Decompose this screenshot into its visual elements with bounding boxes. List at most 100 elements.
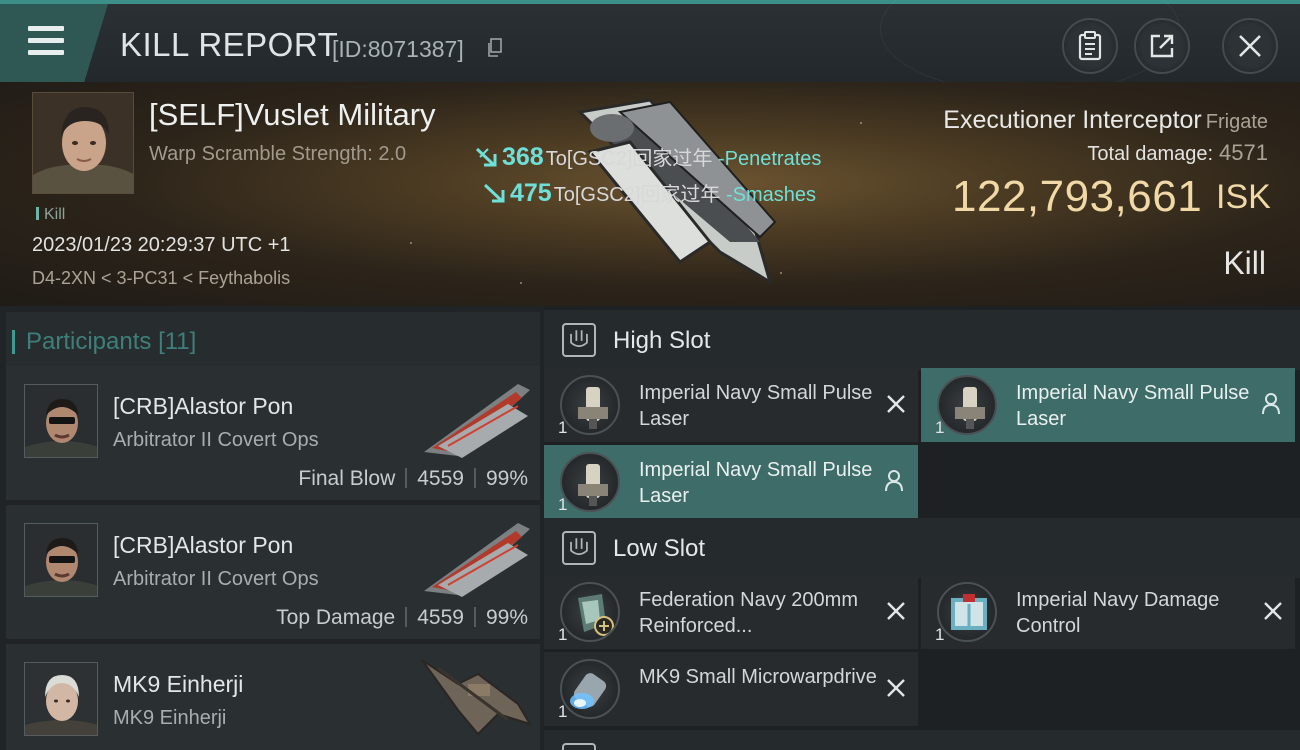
module-item[interactable]: 1 Imperial Navy Small Pulse Laser: [544, 445, 918, 519]
clipboard-icon: [1078, 31, 1102, 61]
low-slot-header: Low Slot: [544, 518, 1300, 578]
module-name: Imperial Navy Small Pulse Laser: [639, 459, 873, 507]
module-item[interactable]: 1 MK9 Small Microwarpdrive: [544, 652, 918, 726]
hit-damage: 368: [502, 143, 544, 171]
ship-class: Frigate: [1205, 111, 1268, 133]
module-name: MK9 Small Microwarpdrive: [639, 666, 877, 688]
victim-name: [SELF]Vuslet Military: [149, 97, 436, 132]
kill-location: D4-2XN < 3-PC31 < Feythabolis: [32, 268, 291, 288]
module-name: Imperial Navy Damage Control: [1016, 589, 1220, 637]
isk-unit: ISK: [1216, 178, 1271, 216]
participant-avatar[interactable]: [24, 523, 98, 597]
high-slot-header: High Slot: [544, 310, 1300, 370]
star: [410, 242, 412, 244]
hit-entry: 475 To[GSC2]回家过年 -Smashes: [482, 178, 816, 208]
participant-ship: MK9 Einherji: [113, 707, 227, 729]
module-quantity: 1: [558, 702, 568, 721]
module-name: Imperial Navy Small Pulse Laser: [639, 382, 873, 430]
damage-control-icon: [937, 582, 997, 642]
victim-portrait[interactable]: [32, 92, 134, 194]
participant-row[interactable]: MK9 Einherji MK9 Einherji: [6, 644, 540, 750]
destroyed-icon: [887, 395, 905, 413]
hit-target: To[GSC2]回家过年: [553, 184, 721, 206]
isk-value: 122,793,661: [952, 172, 1203, 221]
module-name: Imperial Navy Small Pulse Laser: [1016, 382, 1250, 430]
total-damage-label: Total damage:: [1087, 143, 1214, 165]
participant-role: Final Blow: [298, 467, 396, 490]
pilot-portrait-icon: [25, 385, 97, 457]
module-quantity: 1: [935, 625, 945, 644]
hamburger-icon: [28, 26, 64, 56]
divider: [405, 607, 408, 627]
participant-ship: Arbitrator II Covert Ops: [113, 568, 319, 590]
warp-scramble-strength: Warp Scramble Strength: 2.0: [149, 143, 407, 165]
ship-type: Executioner Interceptor: [943, 106, 1202, 134]
kill-type: Kill: [1223, 245, 1266, 281]
module-item[interactable]: 1 Imperial Navy Small Pulse Laser: [921, 368, 1295, 442]
share-icon: [1150, 34, 1174, 58]
participant-damage: 4559: [417, 467, 464, 490]
armor-plate-icon: [560, 582, 620, 642]
hit-verb: -Smashes: [725, 184, 817, 206]
ship-name: Executioner Interceptor Frigate: [943, 106, 1268, 135]
dropped-person-icon: [1262, 393, 1280, 415]
participants-label: Participants: [26, 328, 152, 355]
total-damage: Total damage: 4571: [1087, 140, 1268, 166]
header-bar: KILL REPORT [ID:8071387]: [0, 0, 1300, 94]
mid-slot-icon: [562, 743, 596, 750]
hit-damage: 475: [510, 179, 552, 207]
participants-header: Participants [11]: [6, 312, 540, 368]
pilot-portrait-icon: [25, 663, 97, 735]
participant-name: [CRB]Alastor Pon: [113, 532, 294, 558]
participant-ship: Arbitrator II Covert Ops: [113, 429, 319, 451]
menu-button[interactable]: [0, 4, 108, 82]
divider: [405, 468, 408, 488]
module-quantity: 1: [558, 495, 568, 514]
module-quantity: 1: [558, 418, 568, 437]
module-quantity: 1: [558, 625, 568, 644]
kill-tag: Kill: [36, 206, 65, 224]
module-item[interactable]: 1 Imperial Navy Damage Control: [921, 575, 1295, 649]
participant-avatar[interactable]: [24, 662, 98, 736]
total-damage-value: 4571: [1219, 140, 1268, 165]
hit-verb: -Penetrates: [717, 148, 822, 170]
participant-ship-image: [424, 523, 530, 597]
destroyed-icon: [887, 679, 905, 697]
clipboard-button[interactable]: [1062, 18, 1118, 74]
report-id: [ID:8071387]: [332, 36, 464, 62]
module-quantity: 1: [935, 418, 945, 437]
mid-slot-header: [544, 730, 1300, 750]
star: [860, 122, 862, 124]
pilot-portrait-icon: [25, 524, 97, 596]
module-item[interactable]: 1 Imperial Navy Small Pulse Laser: [544, 368, 918, 442]
participants-panel: Participants [11] [CRB]Alastor Pon Arbit…: [0, 306, 544, 750]
low-slot-title: Low Slot: [613, 535, 706, 562]
participant-row[interactable]: [CRB]Alastor Pon Arbitrator II Covert Op…: [6, 366, 540, 500]
share-button[interactable]: [1134, 18, 1190, 74]
pulse-laser-icon: [937, 375, 997, 435]
participant-ship-image: [424, 384, 530, 458]
close-button[interactable]: [1222, 18, 1278, 74]
participants-count: [11]: [158, 328, 197, 355]
module-name: Federation Navy 200mm Reinforced...: [639, 589, 858, 637]
module-item[interactable]: 1 Federation Navy 200mm Reinforced...: [544, 575, 918, 649]
participant-percent: 99%: [485, 606, 528, 629]
participant-percent: 99%: [485, 467, 528, 490]
penetrate-icon: [475, 147, 497, 167]
participant-damage: 4559: [417, 606, 464, 629]
participant-row[interactable]: [CRB]Alastor Pon Arbitrator II Covert Op…: [6, 505, 540, 639]
kill-datetime: 2023/01/23 20:29:37 UTC +1: [32, 234, 291, 256]
smash-icon: [483, 183, 505, 203]
participant-name: [CRB]Alastor Pon: [113, 393, 294, 419]
low-slot-icon: [562, 531, 596, 565]
divider: [473, 607, 476, 627]
dropped-person-icon: [885, 470, 903, 492]
destroyed-icon: [887, 602, 905, 620]
high-slot-title: High Slot: [613, 327, 711, 354]
copy-icon[interactable]: [487, 38, 503, 58]
participants-title: Participants [11]: [11, 328, 197, 356]
pulse-laser-icon: [560, 375, 620, 435]
participant-avatar[interactable]: [24, 384, 98, 458]
participant-stats: Top Damage 4559 99%: [276, 606, 528, 630]
high-slot-icon: [562, 323, 596, 357]
